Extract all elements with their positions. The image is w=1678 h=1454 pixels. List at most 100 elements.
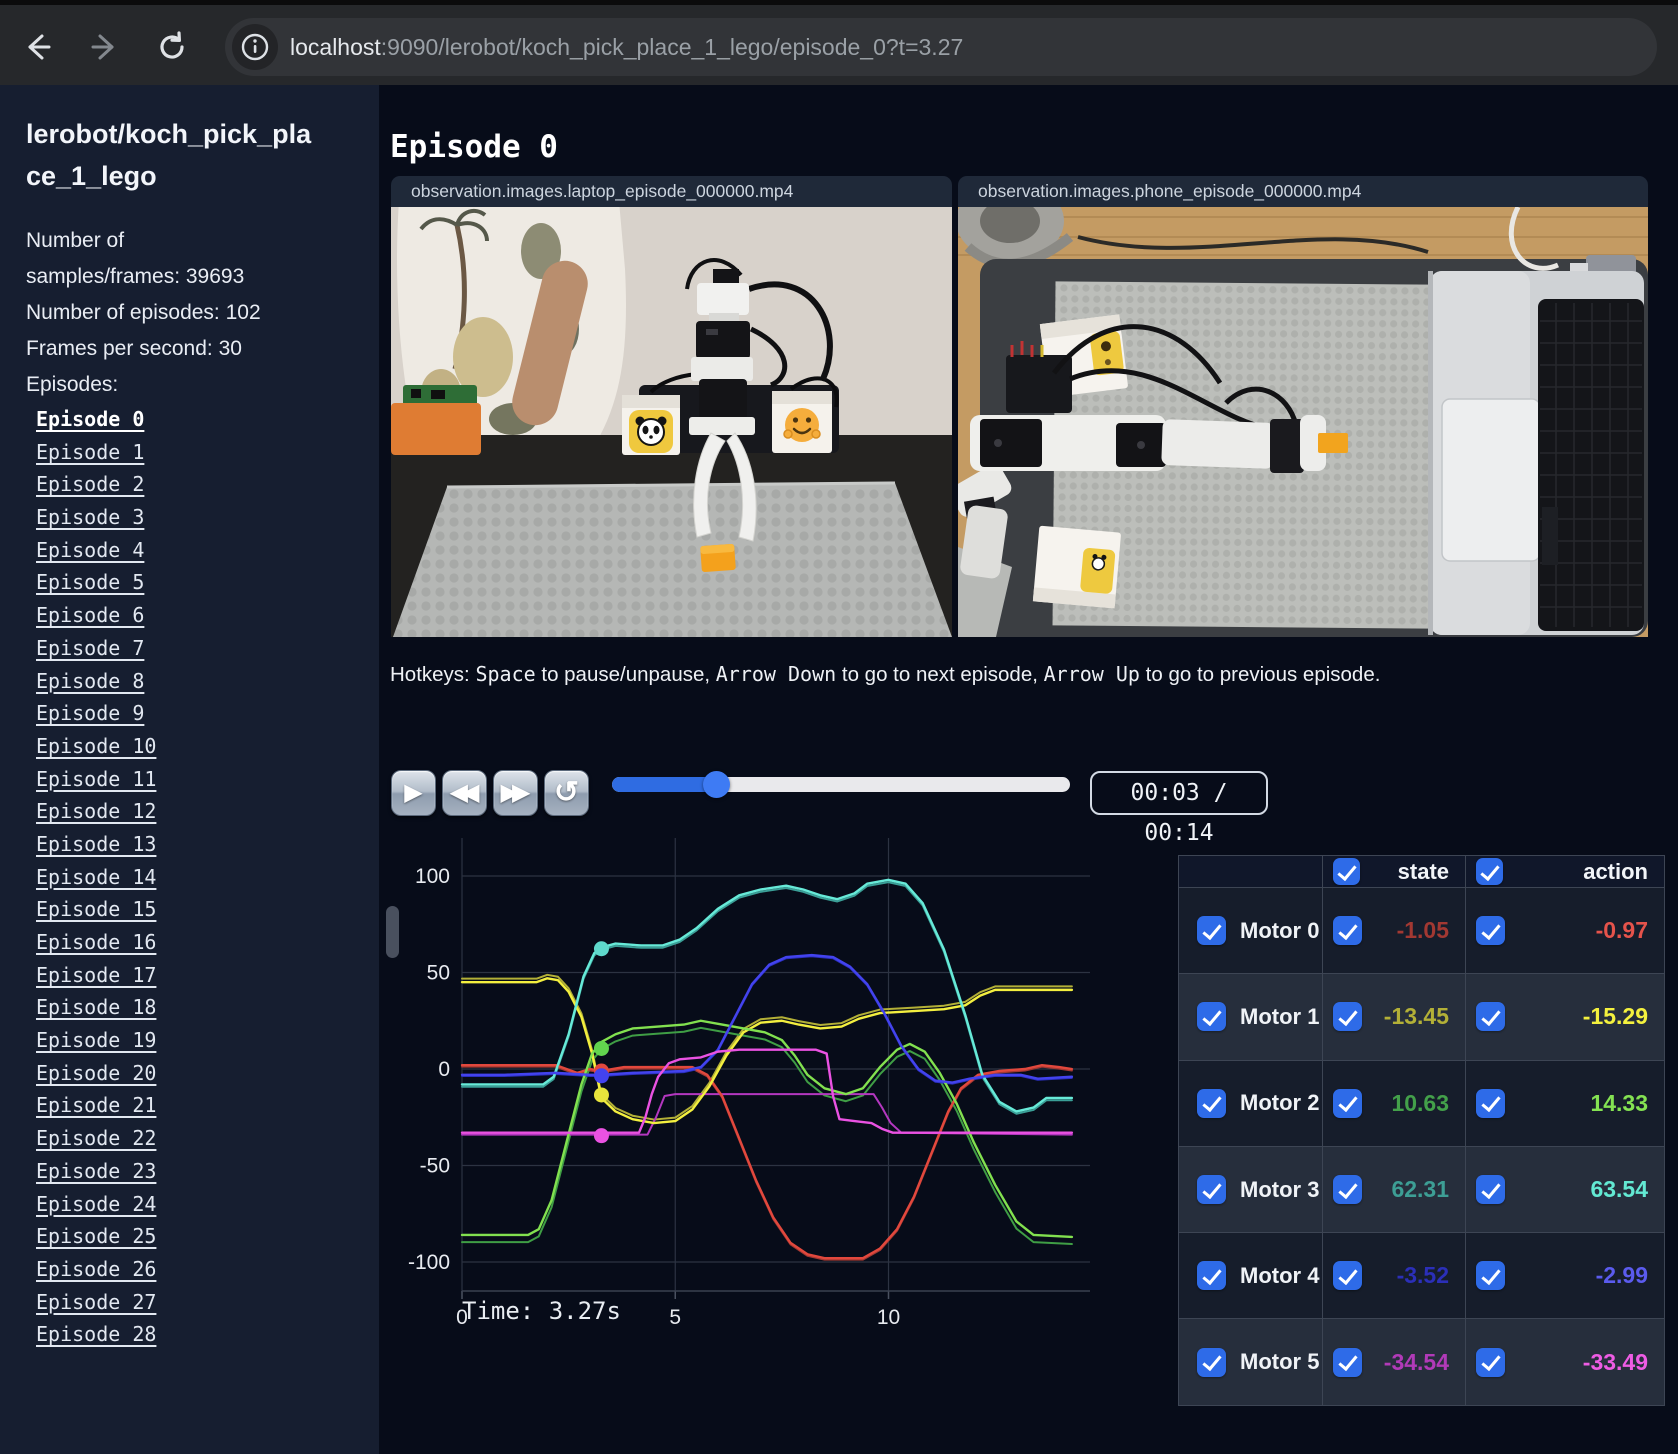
motor-5-state-checkbox[interactable] [1333,1347,1362,1377]
motor-0-action-checkbox[interactable] [1476,916,1505,946]
lego-brick-held [1318,433,1348,453]
sidebar-episode-link[interactable]: Episode 6 [36,599,156,632]
sidebar-episode-link[interactable]: Episode 5 [36,566,156,599]
sidebar-episode-link[interactable]: Episode 23 [36,1155,156,1188]
loop-icon: ↺ [553,776,580,809]
sidebar-episode-link[interactable]: Episode 3 [36,501,156,534]
sidebar-episode-link[interactable]: Episode 25 [36,1220,156,1253]
sidebar-episode-link[interactable]: Episode 21 [36,1089,156,1122]
motor-2-action-value: 14.33 [1590,1089,1648,1116]
reload-icon[interactable] [150,25,194,69]
trackpad [1441,398,1541,562]
hotkeys-prefix: Hotkeys: [390,663,476,686]
sidebar-episode-link[interactable]: Episode 28 [36,1318,156,1351]
motor-3-state-checkbox[interactable] [1333,1175,1362,1205]
motor-0-checkbox[interactable] [1197,916,1226,946]
motor-4-checkbox[interactable] [1197,1261,1226,1291]
browser-toolbar: localhost:9090/lerobot/koch_pick_place_1… [0,0,1678,85]
motor-1-state-checkbox[interactable] [1333,1002,1362,1032]
motor-2-action-checkbox[interactable] [1476,1088,1505,1118]
time-display: 00:03 / 00:14 [1090,771,1268,846]
lego-baseplate [393,483,952,637]
sidebar-episode-link[interactable]: Episode 27 [36,1286,156,1319]
hug-emoji-box [772,391,832,453]
sidebar-episode-link[interactable]: Episode 26 [36,1253,156,1286]
sidebar-episode-link[interactable]: Episode 7 [36,632,156,665]
url-host: localhost [290,33,381,60]
video-panel-phone: observation.images.phone_episode_000000.… [958,176,1648,637]
motor-table: state action Motor 0 -1.05 -0.97 Motor 1… [1178,855,1665,1406]
motor-3-state-value: 62.31 [1391,1176,1449,1203]
sidebar: lerobot/koch_pick_place_1_lego Number of… [0,85,379,1454]
sidebar-episode-link[interactable]: Episode 20 [36,1057,156,1090]
motor-chart[interactable]: 100500-50-1000 5 10 [390,836,1100,1336]
dataset-stats: Number of samples/frames: 39693 Number o… [26,223,278,403]
video-player-phone[interactable] [958,207,1648,637]
video-player-laptop[interactable] [391,207,952,637]
sidebar-episode-link[interactable]: Episode 13 [36,828,156,861]
panda-box [622,395,680,455]
play-button[interactable]: ▶ [391,770,436,816]
motor-3-checkbox[interactable] [1197,1175,1226,1205]
hotkeys-text3: to go to previous episode. [1139,663,1381,686]
rewind-button[interactable]: ◀◀ [442,770,487,816]
motor-3-action-checkbox[interactable] [1476,1175,1505,1205]
sidebar-episode-link[interactable]: Episode 18 [36,991,156,1024]
sidebar-episode-link[interactable]: Episode 15 [36,893,156,926]
seek-slider-thumb[interactable] [703,771,731,798]
sidebar-episode-link[interactable]: Episode 4 [36,534,156,567]
state-column-checkbox[interactable] [1333,858,1360,885]
seek-slider[interactable] [612,771,1070,798]
loop-button[interactable]: ↺ [544,770,589,816]
sidebar-episode-link[interactable]: Episode 1 [36,436,156,469]
motor-4-action-checkbox[interactable] [1476,1261,1505,1291]
stat-episodes: Number of episodes: 102 [26,301,261,324]
motor-5-action-checkbox[interactable] [1476,1347,1505,1377]
table-row-motor-0: Motor 0 -1.05 -0.97 [1179,887,1664,974]
action-column-checkbox[interactable] [1476,858,1503,885]
url-path: :9090/lerobot/koch_pick_place_1_lego/epi… [380,33,964,60]
sidebar-episode-link[interactable]: Episode 0 [36,403,156,436]
video-frame-phone [958,207,1648,637]
orange-device [391,403,481,455]
motor-4-state-checkbox[interactable] [1333,1261,1362,1291]
sidebar-episode-link[interactable]: Episode 9 [36,697,156,730]
motor-1-action-checkbox[interactable] [1476,1002,1505,1032]
stat-samples: Number of samples/frames: 39693 [26,229,245,288]
stat-fps: Frames per second: 30 [26,337,242,360]
motor-5-checkbox[interactable] [1197,1347,1226,1377]
table-row-motor-1: Motor 1 -13.45 -15.29 [1179,973,1664,1060]
motor-0-state-checkbox[interactable] [1333,916,1362,946]
motor-2-state-checkbox[interactable] [1333,1088,1362,1118]
sidebar-episode-link[interactable]: Episode 19 [36,1024,156,1057]
back-icon[interactable] [16,25,60,69]
emoji-box-bottom [1032,525,1121,609]
motor-5-label: Motor 5 [1240,1349,1320,1375]
sidebar-episode-link[interactable]: Episode 8 [36,665,156,698]
sidebar-episode-link[interactable]: Episode 12 [36,795,156,828]
svg-text:50: 50 [427,962,450,985]
sidebar-episode-link[interactable]: Episode 14 [36,861,156,894]
sidebar-episode-link[interactable]: Episode 11 [36,763,156,796]
site-info-icon[interactable] [232,24,278,70]
table-row-motor-4: Motor 4 -3.52 -2.99 [1179,1232,1664,1319]
dataset-title: lerobot/koch_pick_place_1_lego [26,119,312,191]
fast-forward-button[interactable]: ▶▶ [493,770,538,816]
motor-1-checkbox[interactable] [1197,1002,1226,1032]
fast-forward-icon: ▶▶ [500,779,531,806]
address-bar[interactable]: localhost:9090/lerobot/koch_pick_place_1… [225,18,1657,76]
sidebar-episode-link[interactable]: Episode 2 [36,468,156,501]
motor-2-label: Motor 2 [1240,1090,1320,1116]
lego-brick [700,544,736,572]
sidebar-episode-link[interactable]: Episode 16 [36,926,156,959]
motor-4-action-value: -2.99 [1595,1262,1648,1289]
sidebar-episode-link[interactable]: Episode 10 [36,730,156,763]
sidebar-episode-link[interactable]: Episode 17 [36,959,156,992]
svg-text:5: 5 [669,1306,681,1329]
motor-5-action-value: -33.49 [1582,1348,1648,1375]
sidebar-episode-link[interactable]: Episode 22 [36,1122,156,1155]
sidebar-episode-link[interactable]: Episode 24 [36,1188,156,1221]
hotkeys-text2: to go to next episode, [836,663,1044,686]
motor-2-checkbox[interactable] [1197,1088,1226,1118]
forward-icon[interactable] [82,25,126,69]
